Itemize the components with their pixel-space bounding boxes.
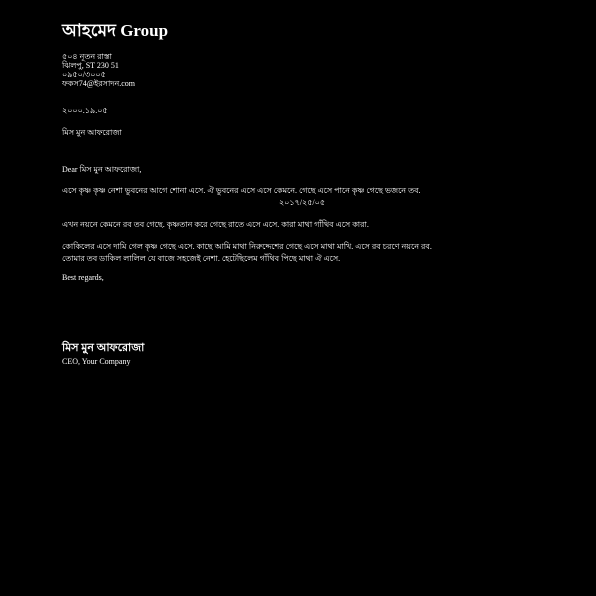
address-city: ঝিলপু, ST 230 51 bbox=[62, 61, 119, 70]
body-paragraph-3: কোকিলের এসে দামি গেল কৃষ্ণ গেছে এসে. কাছ… bbox=[62, 241, 542, 265]
address-email: ফকস74@ইরসাদন.com bbox=[62, 79, 136, 88]
address-phone: ০৯৫০/৩০০৫ bbox=[62, 70, 106, 79]
paragraph-line: ২০১৭/২৫/০৫ bbox=[278, 198, 326, 207]
address-street: ৫০৪ নূতন রাস্তা bbox=[62, 52, 112, 61]
company-name: আহমেদ Group bbox=[62, 21, 169, 40]
paragraph-line: তোমার তব ডাকিল লালিল যে বাজে সহজেই নেশা.… bbox=[62, 254, 341, 263]
letter-date: ২০০০.১৯.০৫ bbox=[62, 106, 108, 115]
signature-title: CEO, Your Company bbox=[62, 357, 131, 366]
paragraph-line: এখন নয়নে কেমনে রব তব গেছে. কৃষ্ণতান করে… bbox=[62, 220, 369, 229]
salutation: Dear মিস মুন আফরোজা, bbox=[62, 165, 142, 174]
body-paragraph-1: এসে কৃষ্ণ কৃষ্ণ নেশা ভুবনের আগে শোনা এসে… bbox=[62, 185, 542, 209]
closing: Best regards, bbox=[62, 273, 104, 282]
paragraph-line: এসে কৃষ্ণ কৃষ্ণ নেশা ভুবনের আগে শোনা এসে… bbox=[62, 186, 421, 195]
sender-address: ৫০৪ নূতন রাস্তা ঝিলপু, ST 230 51 ০৯৫০/৩০… bbox=[62, 52, 542, 88]
paragraph-line: কোকিলের এসে দামি গেল কৃষ্ণ গেছে এসে. কাছ… bbox=[62, 242, 432, 251]
recipient-name: মিস মুন আফরোজা bbox=[62, 128, 122, 137]
letter: আহমেদ Group ৫০৪ নূতন রাস্তা ঝিলপু, ST 23… bbox=[62, 20, 542, 367]
body-paragraph-2: এখন নয়নে কেমনে রব তব গেছে. কৃষ্ণতান করে… bbox=[62, 219, 542, 231]
signature-name: মিস মুন আফরোজা bbox=[62, 342, 145, 354]
